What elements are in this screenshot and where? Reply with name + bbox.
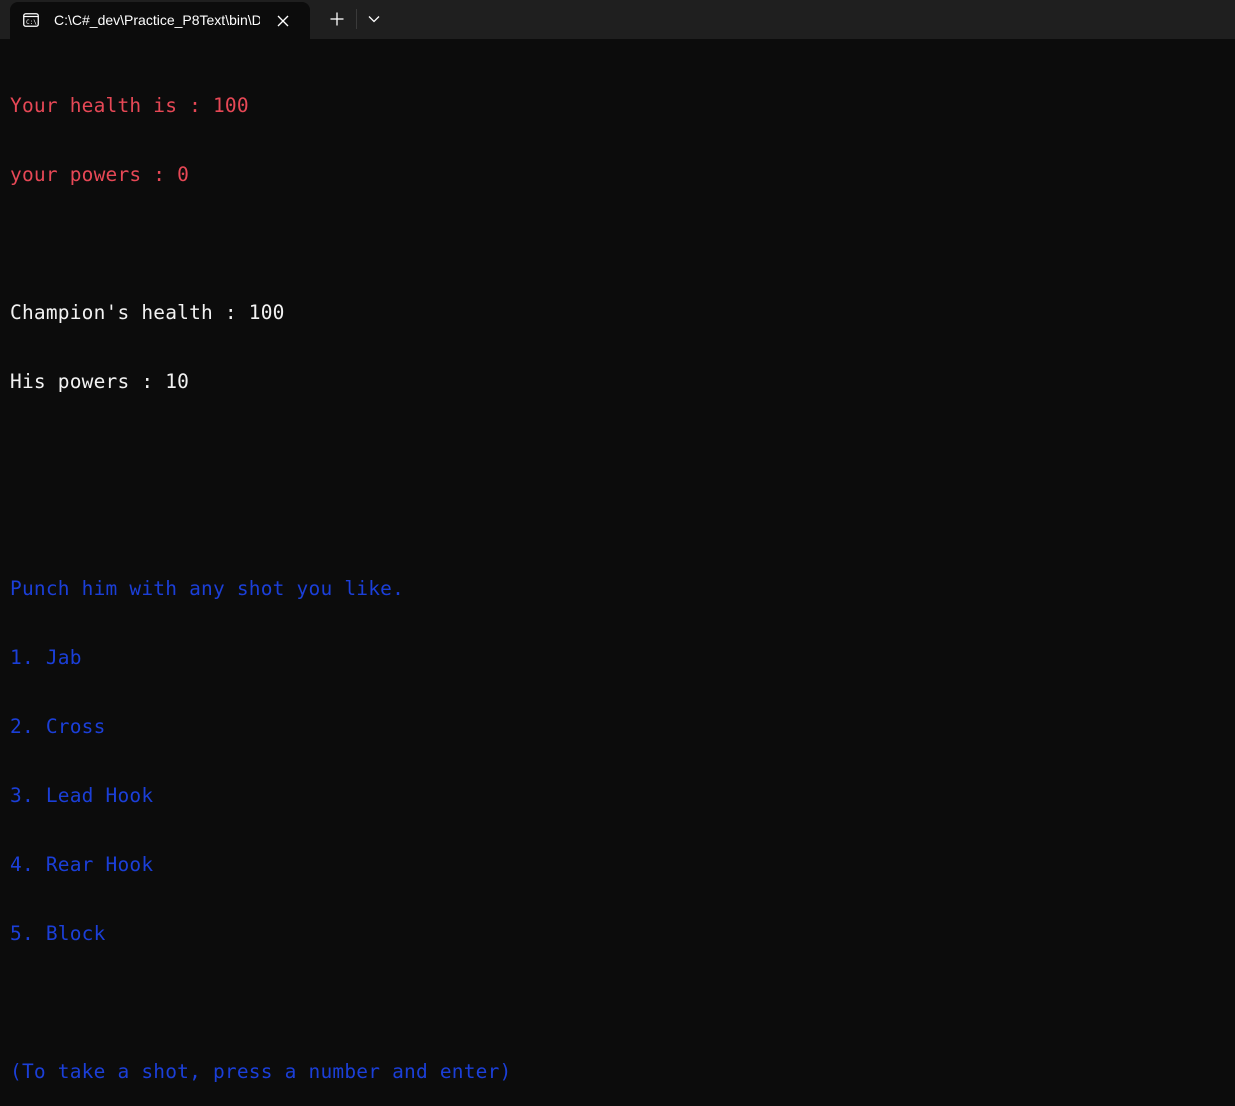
tab-title: C:\C#_dev\Practice_P8Text\bin\Debug\net6…: [54, 12, 260, 28]
champion-health-line: Champion's health : 100: [10, 301, 285, 324]
instruction-line: (To take a shot, press a number and ente…: [10, 1060, 512, 1083]
champion-powers-line: His powers : 10: [10, 370, 190, 393]
option-jab: 1. Jab: [10, 646, 82, 669]
option-rear-hook: 4. Rear Hook: [10, 853, 154, 876]
close-icon: [277, 15, 289, 27]
title-bar: C:\ C:\C#_dev\Practice_P8Text\bin\Debug\…: [0, 0, 1235, 39]
option-block: 5. Block: [10, 922, 106, 945]
tab-dropdown-button[interactable]: [360, 5, 388, 33]
console-icon: C:\: [23, 13, 39, 27]
chevron-down-icon: [368, 16, 380, 23]
titlebar-separator: [356, 9, 357, 29]
option-lead-hook: 3. Lead Hook: [10, 784, 154, 807]
new-tab-button[interactable]: [322, 5, 352, 33]
punch-prompt-line: Punch him with any shot you like.: [10, 577, 405, 600]
console-output[interactable]: Your health is : 100 your powers : 0 Cha…: [10, 48, 1225, 1106]
option-cross: 2. Cross: [10, 715, 106, 738]
svg-text:C:\: C:\: [26, 19, 37, 26]
player-powers-line: your powers : 0: [10, 163, 190, 186]
close-tab-button[interactable]: [272, 10, 294, 32]
terminal-tab[interactable]: C:\ C:\C#_dev\Practice_P8Text\bin\Debug\…: [10, 2, 310, 39]
plus-icon: [330, 12, 344, 26]
player-health-line: Your health is : 100: [10, 94, 249, 117]
